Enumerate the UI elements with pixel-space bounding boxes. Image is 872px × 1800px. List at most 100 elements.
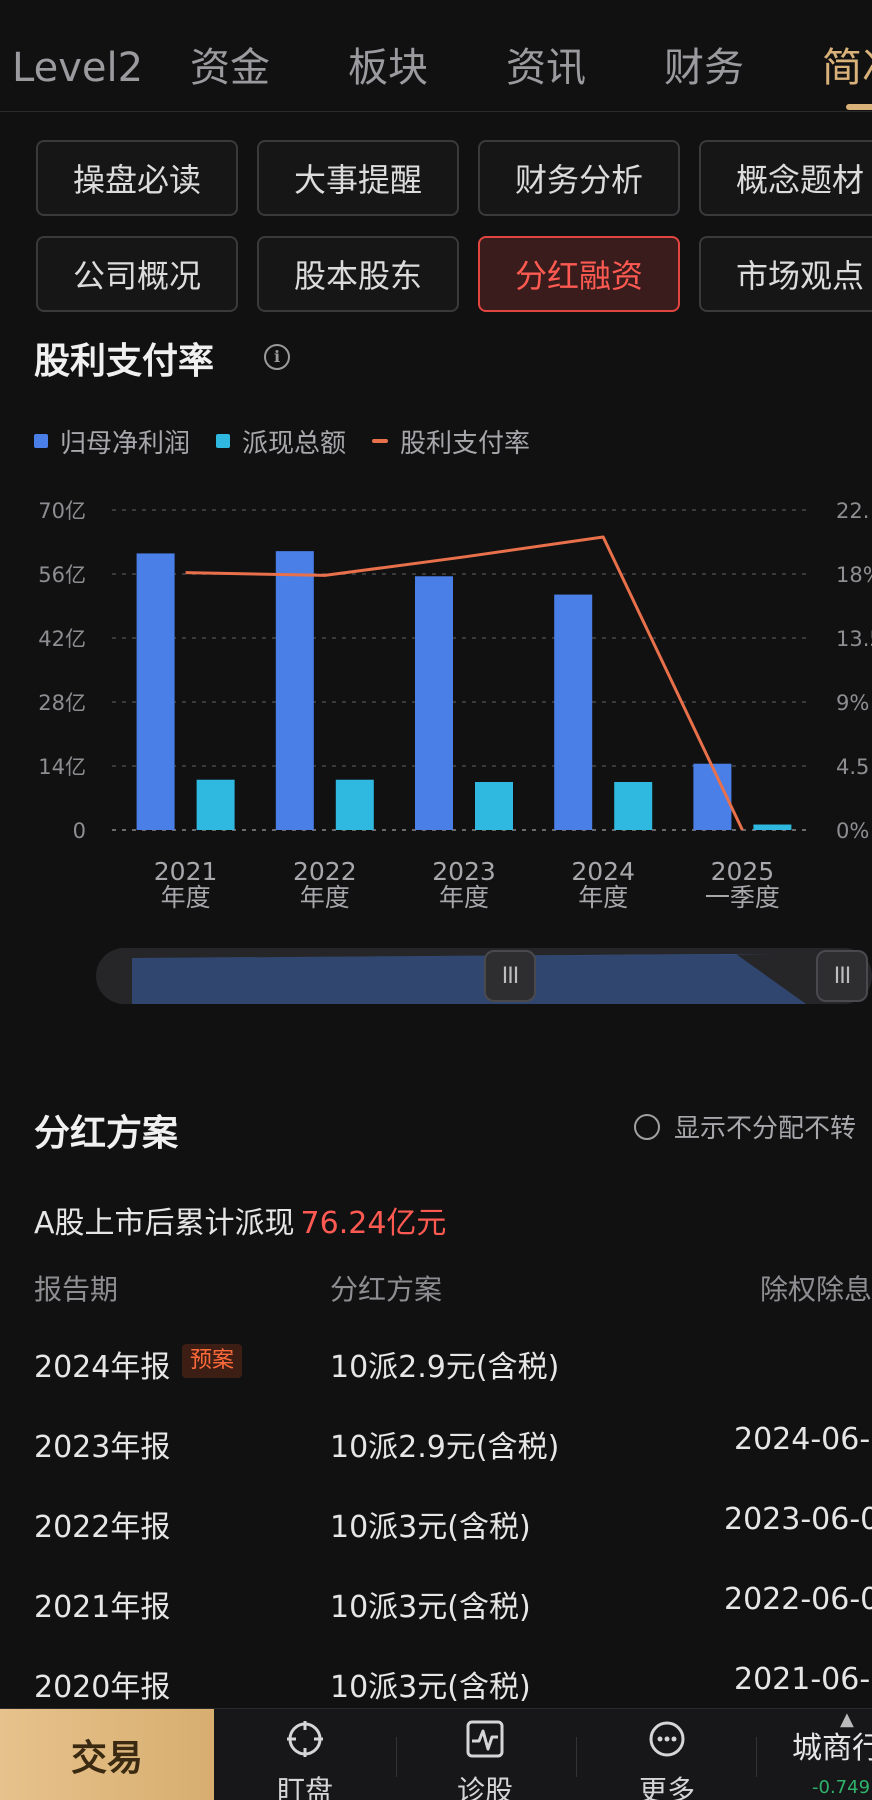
tab-profile[interactable]: 简况 [822, 44, 872, 92]
right-axis-tick: 13.5 [836, 627, 872, 651]
left-axis-tick: 14亿 [38, 755, 86, 779]
related-stock-name[interactable]: 城商行 [792, 1723, 872, 1767]
bar-cash-dividend [614, 782, 653, 830]
category-label: 年度 [578, 883, 628, 912]
row-exdate: 2023-06-0 [724, 1502, 872, 1537]
category-label: 2024 [571, 857, 635, 886]
category-label: 年度 [439, 883, 489, 912]
nav-watch-label: 盯盘 [276, 1774, 333, 1800]
trade-button[interactable]: 交易 [0, 1709, 214, 1800]
nav-divider [576, 1737, 577, 1777]
bar-cash-dividend [335, 779, 374, 830]
left-axis-tick: 42亿 [38, 627, 86, 651]
cumulative-value: 76.24亿元 [300, 1206, 447, 1241]
category-label: 年度 [161, 883, 211, 912]
row-plan: 10派3元(含税) [330, 1510, 531, 1545]
tab-finance[interactable]: 财务 [664, 44, 744, 92]
row-exdate: 2024-06- [734, 1422, 871, 1457]
row-period: 2023年报 [34, 1430, 171, 1465]
range-slider-right-handle[interactable]: III [816, 950, 868, 1002]
info-icon[interactable]: i [264, 344, 290, 370]
right-axis-tick: 22. [836, 499, 869, 523]
range-slider-left-handle[interactable]: III [484, 950, 536, 1002]
btn-shareholders[interactable]: 股本股东 [257, 236, 459, 312]
radio-icon[interactable] [634, 1113, 660, 1140]
nav-diagnose[interactable]: 诊股 [420, 1709, 550, 1800]
payout-ratio-chart: 00%14亿4.528亿9%42亿13.556亿18%70亿22.2021年度2… [38, 499, 872, 912]
category-label: 2021 [154, 857, 218, 886]
bar-cash-dividend [475, 782, 513, 830]
row-plan: 10派3元(含税) [330, 1670, 531, 1705]
category-label: 2022 [293, 857, 357, 886]
dividend-section-title: 分红方案 [34, 1113, 179, 1154]
btn-trading-guide[interactable]: 操盘必读 [36, 140, 238, 216]
legend-label-cash-dividend: 派现总额 [242, 428, 347, 459]
top-tab-bar: Level2 资金 板块 资讯 财务 简况 [0, 0, 872, 112]
bar-cash-dividend [753, 824, 792, 830]
tab-level2[interactable]: Level2 [12, 44, 143, 92]
row-period: 2024年报 [34, 1350, 171, 1385]
legend-swatch-cash-dividend [216, 434, 231, 448]
nav-divider [756, 1737, 757, 1777]
hide-no-distribution-toggle[interactable]: 显示不分配不转 [634, 1108, 856, 1145]
category-label: 年度 [300, 883, 350, 912]
left-axis-tick: 56亿 [38, 563, 86, 587]
legend-swatch-payout-ratio [372, 439, 389, 443]
nav-diagnose-label: 诊股 [456, 1774, 513, 1800]
btn-concept-themes[interactable]: 概念题材 [699, 140, 872, 216]
bar-net-profit [275, 551, 314, 830]
left-axis-tick: 28亿 [38, 691, 86, 715]
col-header-exdate: 除权除息 [760, 1273, 872, 1306]
bar-net-profit [415, 576, 453, 830]
bar-net-profit [554, 594, 593, 830]
proposal-badge: 预案 [182, 1344, 243, 1378]
more-icon [649, 1721, 685, 1757]
col-header-plan: 分红方案 [330, 1273, 443, 1306]
row-plan: 10派2.9元(含税) [330, 1430, 560, 1465]
btn-dividend-financing[interactable]: 分红融资 [478, 236, 680, 312]
payout-section-title: 股利支付率 [34, 341, 215, 382]
tab-funds[interactable]: 资金 [190, 44, 270, 92]
bottom-bar: 交易 盯盘 诊股 更多 ▲ 城商行 -0.749 [0, 1708, 872, 1800]
left-axis-tick: 0 [73, 819, 86, 843]
bar-net-profit [136, 553, 175, 830]
tab-news[interactable]: 资讯 [506, 44, 586, 92]
right-axis-tick: 9% [836, 691, 869, 715]
row-period: 2020年报 [34, 1670, 171, 1705]
crosshair-icon [287, 1721, 323, 1757]
cumulative-label: A股上市后累计派现 [34, 1206, 295, 1241]
pulse-chart-icon [466, 1720, 504, 1758]
legend-net-profit: 归母净利润 [34, 423, 190, 460]
row-plan: 10派3元(含税) [330, 1590, 531, 1625]
legend-label-net-profit: 归母净利润 [60, 428, 191, 459]
left-axis-tick: 70亿 [38, 499, 86, 523]
btn-company-overview[interactable]: 公司概况 [36, 236, 238, 312]
toggle-label: 显示不分配不转 [674, 1114, 857, 1144]
right-axis-tick: 18% [836, 563, 872, 587]
legend-swatch-net-profit [34, 434, 48, 448]
legend-payout-ratio: 股利支付率 [372, 423, 530, 460]
btn-financial-analysis[interactable]: 财务分析 [478, 140, 680, 216]
nav-watch[interactable]: 盯盘 [240, 1709, 370, 1800]
cumulative-dividend: A股上市后累计派现 76.24亿元 [34, 1198, 446, 1242]
chart-legend: 归母净利润 派现总额 股利支付率 [34, 423, 556, 460]
row-exdate: 2022-06-0 [724, 1582, 872, 1617]
nav-more[interactable]: 更多 [602, 1709, 732, 1800]
row-period: 2021年报 [34, 1590, 171, 1625]
row-period: 2022年报 [34, 1510, 171, 1545]
right-axis-tick: 0% [836, 819, 869, 843]
related-stock-change: -0.749 [812, 1777, 871, 1798]
legend-cash-dividend: 派现总额 [216, 423, 346, 460]
category-label: 一季度 [705, 883, 780, 912]
col-header-period: 报告期 [34, 1273, 119, 1306]
category-label: 2025 [711, 857, 775, 886]
right-axis-tick: 4.5 [836, 755, 869, 779]
bar-cash-dividend [196, 779, 235, 830]
nav-more-label: 更多 [638, 1774, 695, 1800]
nav-divider [396, 1737, 397, 1777]
btn-market-views[interactable]: 市场观点 [699, 236, 872, 312]
active-tab-indicator [846, 104, 872, 110]
category-label: 2023 [432, 857, 496, 886]
btn-major-events[interactable]: 大事提醒 [257, 140, 459, 216]
tab-sector[interactable]: 板块 [348, 44, 428, 92]
